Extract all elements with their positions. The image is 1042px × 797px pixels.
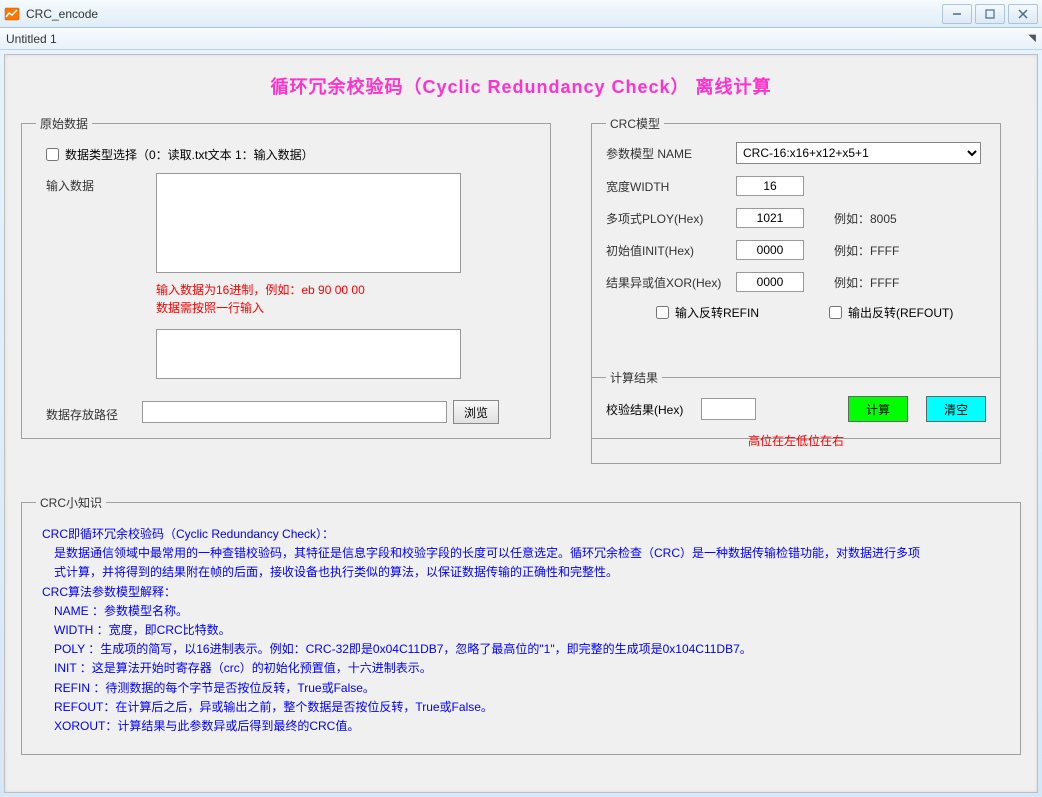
- data-type-row: 数据类型选择（0：读取.txt文本 1：输入数据）: [36, 142, 536, 173]
- xor-label: 结果异或值XOR(Hex): [606, 274, 736, 291]
- refin-checkbox[interactable]: [656, 306, 669, 319]
- k-line9: REFIN ：待测数据的每个字节是否按位反转，True或False。: [42, 679, 1000, 698]
- reflect-checks: 输入反转REFIN 输出反转(REFOUT): [606, 304, 986, 321]
- refout-label: 输出反转(REFOUT): [848, 304, 953, 321]
- k-line11: XOROUT：计算结果与此参数异或后得到最终的CRC值。: [42, 717, 1000, 736]
- refout-checkbox[interactable]: [829, 306, 842, 319]
- data-type-label: 数据类型选择（0：读取.txt文本 1：输入数据）: [65, 146, 314, 163]
- model-init-row: 初始值INIT(Hex) 例如：FFFF: [606, 240, 986, 260]
- k-line1: CRC即循环冗余校验码（Cyclic Redundancy Check）：: [42, 525, 1000, 544]
- poly-example: 例如：8005: [834, 210, 897, 227]
- result-legend: 计算结果: [606, 369, 662, 386]
- knowledge-legend: CRC小知识: [36, 494, 106, 511]
- result-row: 校验结果(Hex) 计算 清空: [606, 396, 986, 422]
- maximize-button[interactable]: [975, 4, 1005, 24]
- model-name-label: 参数模型 NAME: [606, 145, 736, 162]
- model-name-row: 参数模型 NAME CRC-16:x16+x12+x5+1: [606, 142, 986, 164]
- path-row: 数据存放路径 浏览: [36, 400, 536, 424]
- menu-arrow-icon[interactable]: ◥: [1028, 33, 1036, 44]
- k-line3: 式计算，并将得到的结果附在帧的后面，接收设备也执行类似的算法，以保证数据传输的正…: [42, 563, 1000, 582]
- refout-check-item: 输出反转(REFOUT): [829, 304, 953, 321]
- check-result-label: 校验结果(Hex): [606, 401, 683, 418]
- page-title: 循环冗余校验码（Cyclic Redundancy Check） 离线计算: [21, 73, 1021, 99]
- input-hint: 输入数据为16进制，例如：eb 90 00 00 数据需按照一行输入: [36, 281, 536, 317]
- check-result-input[interactable]: [701, 398, 756, 420]
- window-controls: [939, 4, 1038, 24]
- raw-data-group: 原始数据 数据类型选择（0：读取.txt文本 1：输入数据） 输入数据 输入数据…: [21, 115, 551, 439]
- result-group: 计算结果 校验结果(Hex) 计算 清空 高位在左低位在右: [591, 369, 1001, 464]
- minimize-button[interactable]: [942, 4, 972, 24]
- knowledge-group: CRC小知识 CRC即循环冗余校验码（Cyclic Redundancy Che…: [21, 494, 1021, 755]
- result-hint: 高位在左低位在右: [606, 432, 986, 449]
- content-area: 循环冗余校验码（Cyclic Redundancy Check） 离线计算 原始…: [4, 54, 1038, 793]
- model-poly-row: 多项式PLOY(Hex) 例如：8005: [606, 208, 986, 228]
- init-example: 例如：FFFF: [834, 242, 899, 259]
- knowledge-content: CRC即循环冗余校验码（Cyclic Redundancy Check）： 是数…: [36, 521, 1006, 740]
- crc-model-legend: CRC模型: [606, 115, 664, 132]
- model-name-select[interactable]: CRC-16:x16+x12+x5+1: [736, 142, 981, 164]
- model-width-row: 宽度WIDTH: [606, 176, 986, 196]
- k-line2: 是数据通信领域中最常用的一种查错校验码，其特征是信息字段和校验字段的长度可以任意…: [42, 544, 1000, 563]
- xor-input[interactable]: [736, 272, 804, 292]
- path-input[interactable]: [142, 401, 447, 423]
- model-xor-row: 结果异或值XOR(Hex) 例如：FFFF: [606, 272, 986, 292]
- k-line8: INIT ：这是算法开始时寄存器（crc）的初始化预置值，十六进制表示。: [42, 659, 1000, 678]
- window-title: CRC_encode: [26, 7, 98, 21]
- hint-line1: 输入数据为16进制，例如：eb 90 00 00: [156, 281, 536, 299]
- k-line10: REFOUT：在计算后之后，异或输出之前，整个数据是否按位反转，True或Fal…: [42, 698, 1000, 717]
- poly-label: 多项式PLOY(Hex): [606, 210, 736, 227]
- refin-check-item: 输入反转REFIN: [656, 304, 759, 321]
- k-line5: NAME ：参数模型名称。: [42, 602, 1000, 621]
- width-label: 宽度WIDTH: [606, 178, 736, 195]
- k-line6: WIDTH ：宽度，即CRC比特数。: [42, 621, 1000, 640]
- titlebar: CRC_encode: [0, 0, 1042, 28]
- init-input[interactable]: [736, 240, 804, 260]
- k-line4: CRC算法参数模型解释：: [42, 583, 1000, 602]
- hint-line2: 数据需按照一行输入: [156, 299, 536, 317]
- path-label: 数据存放路径: [46, 402, 136, 423]
- raw-data-legend: 原始数据: [36, 115, 92, 132]
- titlebar-left: CRC_encode: [4, 6, 98, 22]
- browse-button[interactable]: 浏览: [453, 400, 499, 424]
- clear-button[interactable]: 清空: [926, 396, 986, 422]
- input-data-label: 输入数据: [46, 173, 156, 194]
- input-data-row: 输入数据: [36, 173, 536, 273]
- app-icon: [4, 6, 20, 22]
- data-type-checkbox[interactable]: [46, 148, 59, 161]
- close-button[interactable]: [1008, 4, 1038, 24]
- calculate-button[interactable]: 计算: [848, 396, 908, 422]
- menubar: Untitled 1 ◥: [0, 28, 1042, 50]
- xor-example: 例如：FFFF: [834, 274, 899, 291]
- width-input[interactable]: [736, 176, 804, 196]
- init-label: 初始值INIT(Hex): [606, 242, 736, 259]
- input-data-textarea[interactable]: [156, 173, 461, 273]
- refin-label: 输入反转REFIN: [675, 304, 759, 321]
- main-window: CRC_encode Untitled 1 ◥ 循环冗余校验码（Cyclic R…: [0, 0, 1042, 797]
- secondary-textarea[interactable]: [156, 329, 461, 379]
- k-line7: POLY ：生成项的简写，以16进制表示。例如：CRC-32即是0x04C11D…: [42, 640, 1000, 659]
- menu-tab[interactable]: Untitled 1: [6, 32, 57, 46]
- poly-input[interactable]: [736, 208, 804, 228]
